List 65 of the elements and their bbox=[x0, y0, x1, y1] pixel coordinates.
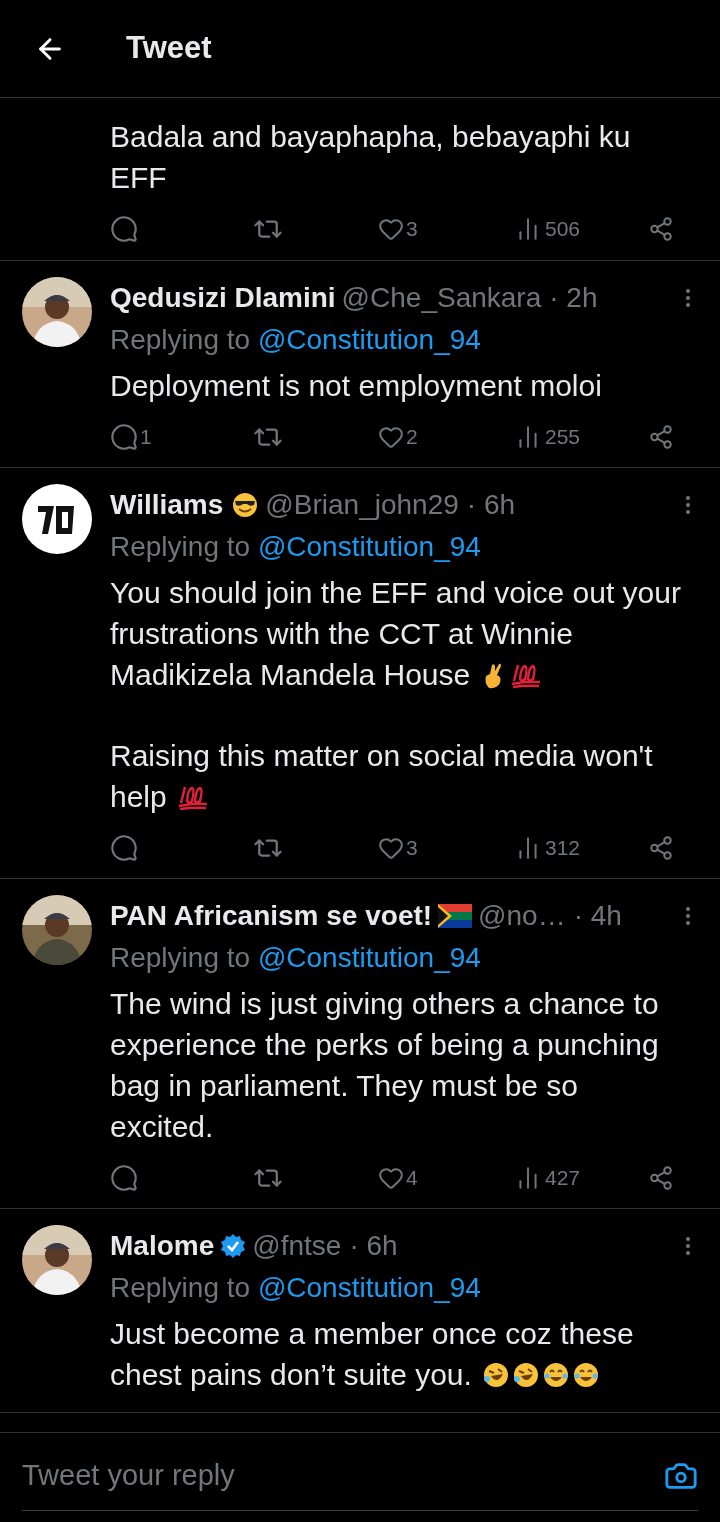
tweet-text: Raising this matter on social media won't bbox=[110, 738, 653, 774]
emoji-icon bbox=[571, 1360, 600, 1389]
replying-label: Replying to bbox=[110, 531, 252, 562]
author-handle: @fntse bbox=[252, 1229, 342, 1263]
tweet-text: Just become a member once coz these bbox=[110, 1316, 634, 1352]
reply-icon[interactable] bbox=[110, 215, 138, 243]
like-icon[interactable] bbox=[378, 835, 404, 861]
author-name[interactable]: Williams bbox=[110, 484, 224, 526]
tweet-text: You should join the EFF and voice out your bbox=[110, 575, 681, 611]
reply-icon[interactable] bbox=[110, 423, 138, 451]
avatar[interactable] bbox=[22, 484, 92, 554]
emoji-icon bbox=[481, 1360, 510, 1389]
like-icon[interactable] bbox=[378, 216, 404, 242]
tweet-text: Badala and bayaphapha, bebayaphi ku bbox=[110, 119, 631, 155]
reply-field[interactable]: Tweet your reply bbox=[22, 1454, 664, 1498]
replying-label: Replying to bbox=[110, 1272, 252, 1303]
like-count: 2 bbox=[406, 424, 418, 450]
view-count: 312 bbox=[545, 835, 581, 861]
like-icon[interactable] bbox=[378, 424, 404, 450]
share-icon[interactable] bbox=[648, 216, 674, 242]
verified-icon bbox=[220, 1233, 247, 1259]
tweet-text: Madikizela Mandela House bbox=[110, 657, 471, 693]
tweet-text: bag in parliament. They must be so bbox=[110, 1068, 579, 1104]
share-icon[interactable] bbox=[648, 424, 674, 450]
tweet-text: The wind is just giving others a chance to bbox=[110, 986, 659, 1022]
emoji-icon bbox=[541, 1360, 570, 1389]
reply-icon[interactable] bbox=[110, 1164, 138, 1192]
mention-link[interactable]: @Constitution_94 bbox=[257, 1272, 481, 1303]
tweet-text: chest pains don’t suite you. bbox=[110, 1357, 472, 1393]
tweet-text: experience the perks of being a punching bbox=[110, 1027, 659, 1063]
tweet-text: EFF bbox=[110, 160, 167, 196]
tweet-text: help bbox=[110, 779, 167, 815]
author-name[interactable]: PAN Africanism se voet! bbox=[110, 895, 433, 937]
page-title: Tweet bbox=[126, 29, 212, 68]
author-handle: @no… bbox=[478, 899, 566, 933]
mention-link[interactable]: @Constitution_94 bbox=[257, 324, 481, 355]
mention-link[interactable]: @Constitution_94 bbox=[257, 531, 481, 562]
emoji-icon bbox=[511, 1360, 540, 1389]
view-count: 255 bbox=[545, 424, 581, 450]
author-name[interactable]: Qedusizi Dlamini bbox=[110, 277, 336, 319]
view-count: 427 bbox=[545, 1165, 581, 1191]
author-handle: @Brian_john29 bbox=[265, 488, 459, 522]
share-icon[interactable] bbox=[648, 1165, 674, 1191]
tweet-text: Deployment is not employment moloi bbox=[110, 368, 602, 404]
like-icon[interactable] bbox=[378, 1165, 404, 1191]
reply-count: 1 bbox=[140, 424, 152, 450]
reply-icon[interactable] bbox=[110, 834, 138, 862]
share-icon[interactable] bbox=[648, 835, 674, 861]
tweet-text: excited. bbox=[110, 1109, 214, 1145]
tweet-text: frustrations with the CCT at Winnie bbox=[110, 616, 573, 652]
like-count: 4 bbox=[406, 1165, 418, 1191]
emoji-icon bbox=[231, 491, 260, 519]
like-count: 3 bbox=[406, 835, 418, 861]
author-handle: @Che_Sankara bbox=[341, 281, 542, 315]
post-time: · 6h bbox=[466, 488, 516, 522]
mention-link[interactable]: @Constitution_94 bbox=[257, 942, 481, 973]
flag-icon bbox=[438, 904, 473, 928]
replying-label: Replying to bbox=[110, 324, 252, 355]
view-count: 506 bbox=[545, 216, 581, 242]
replying-label: Replying to bbox=[110, 942, 252, 973]
like-count: 3 bbox=[406, 216, 418, 242]
author-name[interactable]: Malome bbox=[110, 1225, 215, 1267]
post-time: · 2h bbox=[549, 281, 598, 315]
post-time: · 4h bbox=[573, 899, 622, 933]
post-time: · 6h bbox=[349, 1229, 398, 1263]
